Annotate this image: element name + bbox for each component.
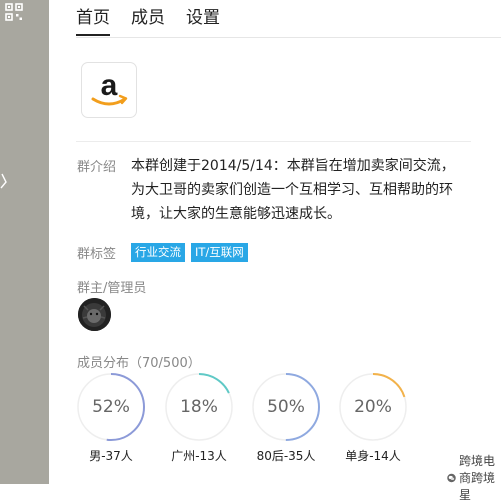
stat-caption: 广州-13人 [171,449,227,463]
intro-label: 群介绍 [77,160,117,175]
stat-single: 20% 单身-14人 [338,372,408,463]
lion-avatar-icon [78,298,111,331]
tag-item[interactable]: IT/互联网 [191,243,248,262]
group-profile-panel: 首页 成员 设置 a 群介绍 本群创建于2014/5/14：本群旨在增加卖家间交… [49,0,501,502]
intro-text: 本群创建于2014/5/14：本群旨在增加卖家间交流，为大卫哥的卖家们创造一个互… [131,158,455,222]
tag-list: 行业交流 IT/互联网 [131,243,254,262]
stat-caption: 单身-14人 [345,449,401,463]
stat-percent: 20% [354,397,392,417]
owner-label: 群主/管理员 [77,281,147,296]
stat-gender: 52% 男-37人 [76,372,146,463]
owner-avatar[interactable] [78,298,111,331]
group-avatar-logo: a [81,62,137,118]
logo-letter: a [101,69,118,102]
qr-code-icon[interactable] [5,3,23,21]
stat-percent: 52% [92,397,130,417]
tab-divider [76,37,501,38]
tab-bar: 首页 成员 设置 [76,5,241,36]
stat-age: 50% 80后-35人 [251,372,321,463]
amazon-logo-icon: a [91,69,128,106]
distribution-label: 成员分布（70/500） [77,356,201,371]
tab-home[interactable]: 首页 [76,5,110,36]
person-icon[interactable] [0,172,10,190]
tab-members[interactable]: 成员 [131,5,165,34]
stat-caption: 男-37人 [89,449,133,463]
sidebar [0,0,49,484]
stat-caption: 80后-35人 [256,449,316,463]
section-divider [76,141,471,142]
tags-label: 群标签 [77,247,117,262]
stat-percent: 18% [180,397,218,417]
tag-item[interactable]: 行业交流 [131,243,185,262]
watermark-text: 跨境电商跨境星 [459,454,496,502]
tab-settings[interactable]: 设置 [186,5,220,34]
watermark: 跨境电商跨境星 [447,452,501,503]
stat-region: 18% 广州-13人 [164,372,234,463]
stat-percent: 50% [267,397,305,417]
